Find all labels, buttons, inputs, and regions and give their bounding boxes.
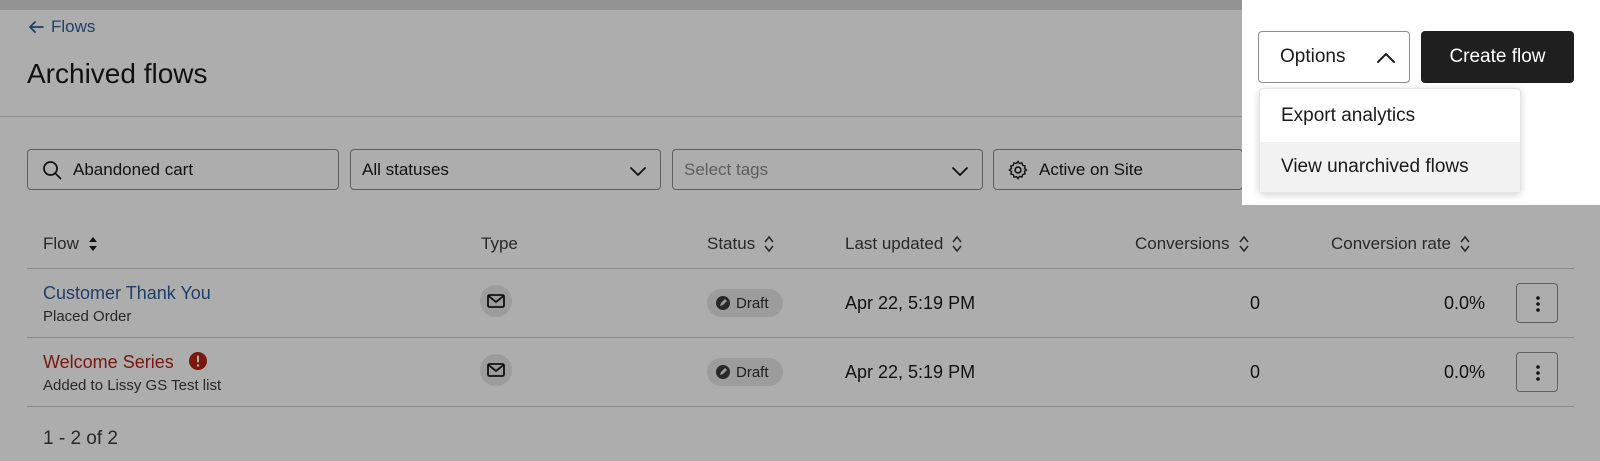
menu-item-view-unarchived-flows[interactable]: View unarchived flows xyxy=(1260,142,1520,192)
options-menu: Export analytics View unarchived flows xyxy=(1259,88,1521,193)
chevron-up-icon xyxy=(1377,53,1395,63)
options-label: Options xyxy=(1280,46,1346,67)
options-button[interactable]: Options xyxy=(1258,31,1410,83)
menu-item-export-analytics[interactable]: Export analytics xyxy=(1260,91,1520,141)
create-flow-button[interactable]: Create flow xyxy=(1421,31,1574,83)
